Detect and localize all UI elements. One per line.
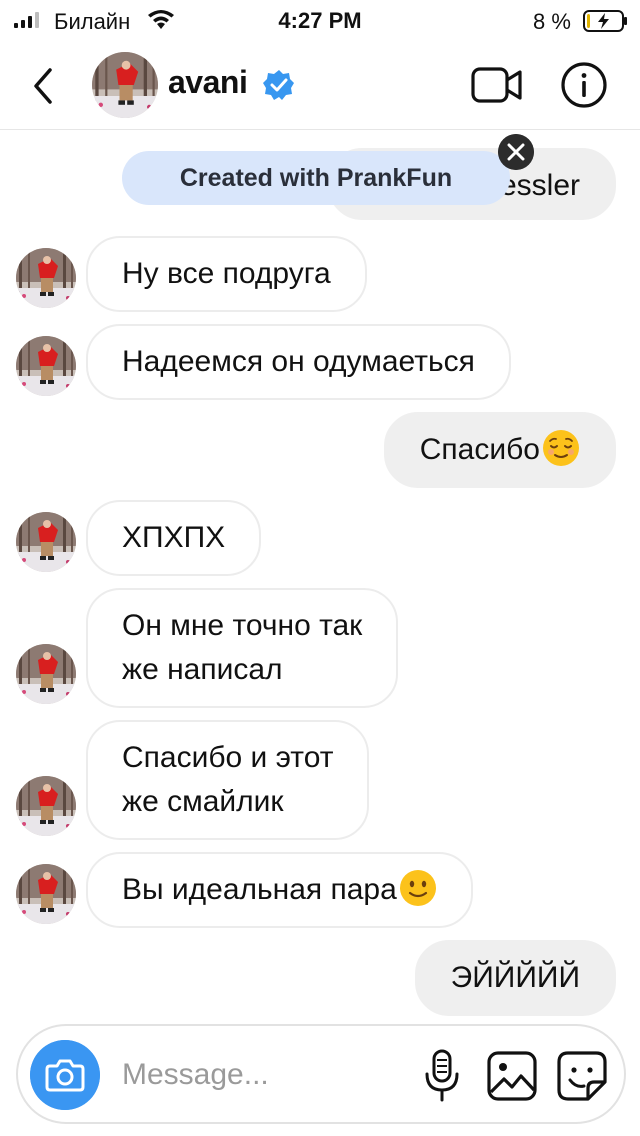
microphone-icon[interactable] [422, 1048, 462, 1104]
message-text-line: же написал [122, 653, 283, 686]
avatar[interactable] [16, 776, 76, 836]
message-text: Спасибо [419, 433, 540, 466]
message-bubble-incoming[interactable]: ХПХПХ [86, 500, 262, 576]
message-text: ЭЙЙЙЙЙ [450, 961, 580, 994]
message-input[interactable] [122, 1050, 412, 1100]
close-icon[interactable] [498, 134, 534, 170]
avatar[interactable] [16, 248, 76, 308]
message-text-line: же смайлик [122, 785, 284, 818]
message-composer [16, 1024, 626, 1124]
contact-username[interactable]: avani [168, 64, 248, 101]
message-thread: Dressler Created with PrankFun Ну все по… [0, 0, 640, 1136]
chat-header: avani [0, 42, 640, 130]
avatar[interactable] [16, 512, 76, 572]
message-bubble-incoming[interactable]: Вы идеальная пара [86, 852, 473, 928]
prankfun-watermark-banner: Created with PrankFun [122, 151, 510, 205]
message-text-line: Он мне точно так [122, 609, 363, 642]
verified-badge-icon [263, 70, 294, 100]
message-text: Вы идеальная пара [122, 873, 397, 906]
video-call-icon[interactable] [470, 64, 524, 106]
camera-icon[interactable] [30, 1040, 100, 1110]
avatar[interactable] [16, 864, 76, 924]
avatar[interactable] [16, 644, 76, 704]
message-text: Надеемся он одумаеться [122, 345, 475, 378]
image-icon[interactable] [486, 1050, 538, 1102]
message-bubble-incoming[interactable]: Спасибо и этот же смайлик [86, 720, 370, 840]
sticker-icon[interactable] [556, 1050, 608, 1102]
avatar[interactable] [92, 52, 158, 118]
message-text: ХПХПХ [122, 521, 226, 554]
message-bubble-outgoing[interactable]: Спасибо [383, 412, 616, 488]
relieved-face-emoji-icon [543, 430, 579, 466]
slightly-smiling-face-emoji-icon [399, 870, 436, 906]
message-text: Ну все подруга [122, 257, 331, 290]
avatar[interactable] [16, 336, 76, 396]
message-bubble-incoming[interactable]: Он мне точно так же написал [86, 588, 399, 708]
chevron-left-icon[interactable] [24, 62, 64, 110]
message-bubble-incoming[interactable]: Надеемся он одумаеться [86, 324, 511, 400]
message-bubble-incoming[interactable]: Ну все подруга [86, 236, 367, 312]
info-icon[interactable] [560, 61, 608, 109]
message-text-line: Спасибо и этот [122, 741, 334, 774]
message-bubble-outgoing[interactable]: ЭЙЙЙЙЙ [414, 940, 616, 1016]
